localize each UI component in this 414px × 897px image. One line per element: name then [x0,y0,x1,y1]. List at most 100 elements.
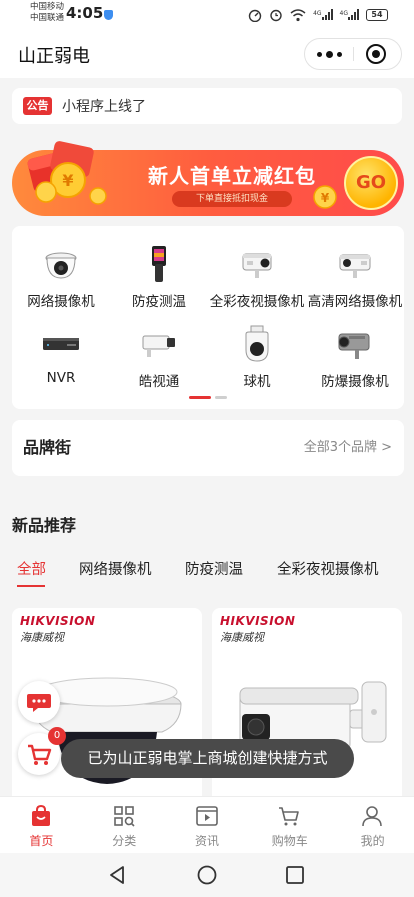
carrier-info: 中国移动 中国联通 [30,2,64,24]
signal-2: 4G [340,7,359,24]
carrier-2: 中国联通 [30,13,65,23]
cart-icon [279,807,300,826]
category-explosion-proof[interactable]: 防爆摄像机 [306,312,404,392]
tab-color-night[interactable]: 全彩夜视摄像机 [277,558,379,579]
promo-banner[interactable]: ¥ 新人首单立减红包 下单直接抵扣现金 ¥ GO [12,141,404,216]
tab-label: 资讯 [194,834,219,848]
pager-dots [189,396,227,399]
notice-badge: 公告 [23,97,52,115]
box-camera-icon [142,335,175,357]
notice-text: 小程序上线了 [62,99,146,115]
go-button[interactable]: GO [344,156,398,210]
home-circle-icon[interactable] [196,864,218,886]
tab-label: 分类 [112,834,137,848]
shopping-bag-icon [32,804,50,826]
banner-subtitle: 下单直接抵扣现金 [172,191,292,207]
chat-bubble-icon [27,694,51,712]
system-nav-bar [0,853,414,897]
category-label: 防爆摄像机 [321,374,389,390]
net-type-1: 4G [313,10,322,17]
brand-cn: 海康威视 [20,631,64,644]
tab-mine[interactable]: 我的 [331,797,414,854]
tab-news[interactable]: 资讯 [166,797,249,854]
category-hd-network[interactable]: 高清网络摄像机 [306,232,404,312]
mini-program-header: 山正弱电 [0,30,414,78]
tab-category[interactable]: 分类 [83,797,166,854]
tab-label: 我的 [360,834,385,848]
brand-en: HIKVISION [20,614,96,628]
video-news-icon [195,806,218,826]
tab-label: 首页 [29,834,54,848]
cart-count-badge: 0 [48,727,66,745]
target-close-icon[interactable] [366,44,386,64]
bullet-camera-icon [242,253,272,278]
capsule-divider [353,47,354,61]
category-grid: 网络摄像机 防疫测温 全彩夜视摄像机 高清网络摄像机 NVR 皓视通 球机 防爆… [12,226,404,409]
capsule-menu [304,38,402,70]
carrier-1: 中国移动 [30,2,65,12]
category-network-camera[interactable]: 网络摄像机 [12,232,110,312]
svg-text:¥: ¥ [321,191,330,205]
all-brands-link[interactable]: 全部3个品牌 > [304,436,392,455]
brand-street[interactable]: 品牌街 全部3个品牌 > [12,420,404,476]
tab-thermal[interactable]: 防疫测温 [185,558,243,579]
battery-icon: 54 [366,9,388,22]
brand-en: HIKVISION [220,614,296,628]
recents-square-icon[interactable] [284,864,306,886]
signal-bars-icon [321,8,333,20]
active-tab-indicator [17,585,45,587]
product-card[interactable]: HIKVISION 海康威视 [212,608,402,808]
bottom-tab-bar: 首页 分类 资讯 购物车 我的 [0,796,414,853]
tab-cart[interactable]: 购物车 [248,797,331,854]
svg-text:¥: ¥ [62,171,73,190]
fisheye-camera-image: HIKVISION [32,677,182,784]
announcement-bar[interactable]: 公告 小程序上线了 [12,88,402,124]
page-title: 山正弱电 [18,46,90,67]
red-envelope-coins-icon: ¥ [27,141,107,205]
wifi-icon [290,9,306,21]
hikvision-logo: HIKVISION 海康威视 [220,614,300,645]
category-thermal[interactable]: 防疫测温 [110,232,208,312]
floating-cart-button[interactable]: 0 [18,727,66,775]
bullet-camera-icon [339,254,371,278]
banner-title: 新人首单立减红包 [148,164,316,188]
speed-dome-icon [245,325,269,362]
tab-network-camera[interactable]: 网络摄像机 [79,558,152,579]
category-grid-icon [113,806,135,827]
signal-1: 4G [313,7,333,24]
pager-dot-active [189,396,211,399]
toast-message: 已为山正弱电掌上商城创建快捷方式 [61,739,354,778]
category-speed-dome[interactable]: 球机 [208,312,306,392]
status-icons: 4G 4G 54 [248,7,388,24]
back-triangle-icon[interactable] [106,864,128,886]
brand-street-title: 品牌街 [23,438,72,457]
status-time: 4:05 [66,4,104,22]
net-type-2: 4G [339,10,348,17]
pager-dot [215,396,227,399]
dome-camera-icon [45,252,77,279]
more-dots-icon[interactable] [305,39,353,69]
hikvision-logo: HIKVISION 海康威视 [20,614,100,645]
category-label: 高清网络摄像机 [307,294,403,310]
speed-icon [248,10,262,23]
status-bar: 中国移动 中国联通 4:05 4G 4G 54 [0,0,414,30]
category-color-night[interactable]: 全彩夜视摄像机 [208,232,306,312]
tab-all[interactable]: 全部 [17,558,46,579]
thermal-gun-icon [152,246,166,282]
signal-bars-icon [348,8,359,20]
shield-icon [104,10,113,20]
tab-label: 购物车 [271,834,308,848]
bullet-camera-image [239,681,387,753]
nvr-recorder-icon [43,338,79,350]
user-icon [362,806,382,827]
new-products-title: 新品推荐 [12,516,77,535]
tab-home[interactable]: 首页 [0,797,83,854]
category-haoshitong[interactable]: 皓视通 [110,312,208,392]
alarm-icon [270,10,282,22]
product-tabs: 全部 网络摄像机 防疫测温 全彩夜视摄像机 [0,548,414,590]
brand-cn: 海康威视 [220,631,264,644]
coin-icon: ¥ [313,185,337,209]
explosion-proof-camera-icon [338,333,370,359]
category-nvr[interactable]: NVR [12,312,110,392]
chat-button[interactable] [18,681,60,723]
